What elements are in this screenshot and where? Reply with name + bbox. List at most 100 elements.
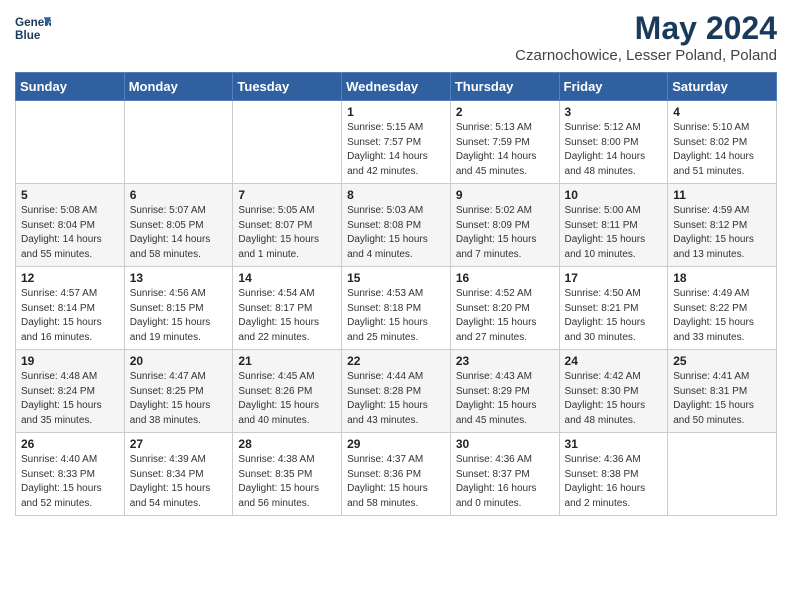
calendar-cell [124, 101, 233, 184]
logo: General Blue [15, 10, 51, 46]
day-number: 24 [565, 354, 664, 368]
calendar-cell [233, 101, 342, 184]
day-number: 11 [673, 188, 772, 202]
day-number: 18 [673, 271, 772, 285]
day-number: 20 [130, 354, 229, 368]
cell-info: Sunrise: 4:47 AMSunset: 8:25 PMDaylight:… [130, 370, 229, 428]
cell-info: Sunrise: 4:38 AMSunset: 8:35 PMDaylight:… [238, 453, 337, 511]
calendar-header-row: SundayMondayTuesdayWednesdayThursdayFrid… [16, 73, 777, 101]
cell-info: Sunrise: 5:00 AMSunset: 8:11 PMDaylight:… [565, 204, 664, 262]
cell-info: Sunrise: 5:07 AMSunset: 8:05 PMDaylight:… [130, 204, 229, 262]
day-number: 4 [673, 105, 772, 119]
day-number: 7 [238, 188, 337, 202]
calendar-cell: 20 Sunrise: 4:47 AMSunset: 8:25 PMDayligh… [124, 350, 233, 433]
calendar-cell: 10 Sunrise: 5:00 AMSunset: 8:11 PMDayligh… [559, 184, 668, 267]
calendar-cell: 22 Sunrise: 4:44 AMSunset: 8:28 PMDayligh… [342, 350, 451, 433]
day-number: 25 [673, 354, 772, 368]
cell-info: Sunrise: 5:05 AMSunset: 8:07 PMDaylight:… [238, 204, 337, 262]
cell-info: Sunrise: 4:41 AMSunset: 8:31 PMDaylight:… [673, 370, 772, 428]
day-number: 9 [456, 188, 555, 202]
calendar-cell: 12Sunrise: 4:57 AMSunset: 8:14 PMDayligh… [16, 267, 125, 350]
cell-info: Sunrise: 4:37 AMSunset: 8:36 PMDaylight:… [347, 453, 446, 511]
header-wednesday: Wednesday [342, 73, 451, 101]
day-number: 29 [347, 437, 446, 451]
day-number: 21 [238, 354, 337, 368]
calendar-cell: 29 Sunrise: 4:37 AMSunset: 8:36 PMDayligh… [342, 433, 451, 516]
calendar-cell [668, 433, 777, 516]
day-number: 26 [21, 437, 120, 451]
calendar-cell: 30 Sunrise: 4:36 AMSunset: 8:37 PMDayligh… [450, 433, 559, 516]
day-number: 17 [565, 271, 664, 285]
cell-info: Sunrise: 4:54 AMSunset: 8:17 PMDaylight:… [238, 287, 337, 345]
calendar-cell: 16 Sunrise: 4:52 AMSunset: 8:20 PMDayligh… [450, 267, 559, 350]
calendar-table: SundayMondayTuesdayWednesdayThursdayFrid… [15, 72, 777, 516]
cell-info: Sunrise: 5:02 AMSunset: 8:09 PMDaylight:… [456, 204, 555, 262]
day-number: 30 [456, 437, 555, 451]
calendar-cell: 2Sunrise: 5:13 AMSunset: 7:59 PMDaylight… [450, 101, 559, 184]
calendar-cell: 5 Sunrise: 5:08 AMSunset: 8:04 PMDaylight… [16, 184, 125, 267]
cell-info: Sunrise: 4:53 AMSunset: 8:18 PMDaylight:… [347, 287, 446, 345]
calendar-cell: 28Sunrise: 4:38 AMSunset: 8:35 PMDayligh… [233, 433, 342, 516]
cell-info: Sunrise: 4:48 AMSunset: 8:24 PMDaylight:… [21, 370, 120, 428]
calendar-cell: 19 Sunrise: 4:48 AMSunset: 8:24 PMDayligh… [16, 350, 125, 433]
cell-info: Sunrise: 5:10 AMSunset: 8:02 PMDaylight:… [673, 121, 772, 179]
cell-info: Sunrise: 4:43 AMSunset: 8:29 PMDaylight:… [456, 370, 555, 428]
calendar-cell: 6 Sunrise: 5:07 AMSunset: 8:05 PMDaylight… [124, 184, 233, 267]
calendar-cell: 3Sunrise: 5:12 AMSunset: 8:00 PMDaylight… [559, 101, 668, 184]
day-number: 19 [21, 354, 120, 368]
day-number: 5 [21, 188, 120, 202]
day-number: 22 [347, 354, 446, 368]
day-number: 15 [347, 271, 446, 285]
cell-info: Sunrise: 4:36 AMSunset: 8:38 PMDaylight:… [565, 453, 664, 511]
calendar-cell [16, 101, 125, 184]
cell-info: Sunrise: 5:03 AMSunset: 8:08 PMDaylight:… [347, 204, 446, 262]
calendar-cell: 9 Sunrise: 5:02 AMSunset: 8:09 PMDaylight… [450, 184, 559, 267]
calendar-cell: 26 Sunrise: 4:40 AMSunset: 8:33 PMDayligh… [16, 433, 125, 516]
cell-info: Sunrise: 5:13 AMSunset: 7:59 PMDaylight:… [456, 121, 555, 179]
header-sunday: Sunday [16, 73, 125, 101]
calendar-cell: 31 Sunrise: 4:36 AMSunset: 8:38 PMDayligh… [559, 433, 668, 516]
cell-info: Sunrise: 4:44 AMSunset: 8:28 PMDaylight:… [347, 370, 446, 428]
header-monday: Monday [124, 73, 233, 101]
day-number: 31 [565, 437, 664, 451]
day-number: 16 [456, 271, 555, 285]
calendar-week-row: 1Sunrise: 5:15 AMSunset: 7:57 PMDaylight… [16, 101, 777, 184]
subtitle: Czarnochowice, Lesser Poland, Poland [515, 47, 777, 64]
logo-icon: General Blue [15, 10, 51, 46]
cell-info: Sunrise: 4:40 AMSunset: 8:33 PMDaylight:… [21, 453, 120, 511]
cell-info: Sunrise: 4:59 AMSunset: 8:12 PMDaylight:… [673, 204, 772, 262]
day-number: 10 [565, 188, 664, 202]
cell-info: Sunrise: 4:45 AMSunset: 8:26 PMDaylight:… [238, 370, 337, 428]
header-friday: Friday [559, 73, 668, 101]
calendar-cell: 13Sunrise: 4:56 AMSunset: 8:15 PMDayligh… [124, 267, 233, 350]
svg-text:Blue: Blue [15, 29, 41, 42]
header-saturday: Saturday [668, 73, 777, 101]
header-thursday: Thursday [450, 73, 559, 101]
calendar-cell: 27Sunrise: 4:39 AMSunset: 8:34 PMDayligh… [124, 433, 233, 516]
cell-info: Sunrise: 4:39 AMSunset: 8:34 PMDaylight:… [130, 453, 229, 511]
calendar-cell: 18 Sunrise: 4:49 AMSunset: 8:22 PMDayligh… [668, 267, 777, 350]
calendar-week-row: 19 Sunrise: 4:48 AMSunset: 8:24 PMDayligh… [16, 350, 777, 433]
day-number: 8 [347, 188, 446, 202]
calendar-cell: 23 Sunrise: 4:43 AMSunset: 8:29 PMDayligh… [450, 350, 559, 433]
cell-info: Sunrise: 4:36 AMSunset: 8:37 PMDaylight:… [456, 453, 555, 511]
cell-info: Sunrise: 4:52 AMSunset: 8:20 PMDaylight:… [456, 287, 555, 345]
calendar-cell: 14Sunrise: 4:54 AMSunset: 8:17 PMDayligh… [233, 267, 342, 350]
day-number: 1 [347, 105, 446, 119]
calendar-cell: 24 Sunrise: 4:42 AMSunset: 8:30 PMDayligh… [559, 350, 668, 433]
cell-info: Sunrise: 5:08 AMSunset: 8:04 PMDaylight:… [21, 204, 120, 262]
cell-info: Sunrise: 4:50 AMSunset: 8:21 PMDaylight:… [565, 287, 664, 345]
main-title: May 2024 [515, 10, 777, 47]
cell-info: Sunrise: 4:42 AMSunset: 8:30 PMDaylight:… [565, 370, 664, 428]
day-number: 23 [456, 354, 555, 368]
calendar-cell: 11 Sunrise: 4:59 AMSunset: 8:12 PMDayligh… [668, 184, 777, 267]
calendar-week-row: 12Sunrise: 4:57 AMSunset: 8:14 PMDayligh… [16, 267, 777, 350]
calendar-week-row: 5 Sunrise: 5:08 AMSunset: 8:04 PMDaylight… [16, 184, 777, 267]
calendar-cell: 17 Sunrise: 4:50 AMSunset: 8:21 PMDayligh… [559, 267, 668, 350]
day-number: 3 [565, 105, 664, 119]
day-number: 6 [130, 188, 229, 202]
cell-info: Sunrise: 4:56 AMSunset: 8:15 PMDaylight:… [130, 287, 229, 345]
header-tuesday: Tuesday [233, 73, 342, 101]
cell-info: Sunrise: 4:49 AMSunset: 8:22 PMDaylight:… [673, 287, 772, 345]
day-number: 12 [21, 271, 120, 285]
